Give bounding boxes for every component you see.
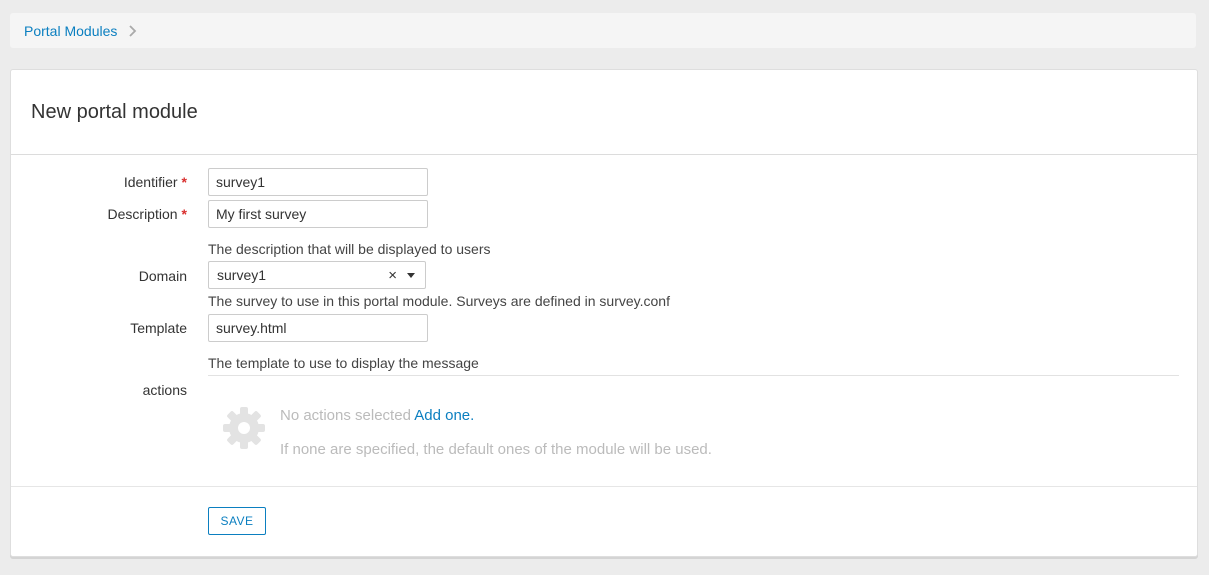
clear-icon[interactable]: × <box>388 267 397 284</box>
required-marker: * <box>181 206 187 222</box>
caret-down-icon[interactable] <box>407 272 415 278</box>
chevron-right-icon <box>129 24 137 37</box>
description-help: The description that will be displayed t… <box>208 241 491 257</box>
footer-divider <box>11 486 1197 487</box>
no-actions-text: No actions selected <box>280 407 411 424</box>
breadcrumb: Portal Modules <box>10 13 1196 48</box>
portal-module-form-card: New portal module Identifier* Descriptio… <box>10 69 1198 557</box>
page-title: New portal module <box>31 101 198 123</box>
domain-select-value: survey1 <box>217 267 267 283</box>
domain-label: Domain <box>138 268 187 284</box>
divider <box>208 375 1179 376</box>
add-action-link[interactable]: Add one. <box>414 407 474 424</box>
identifier-input[interactable] <box>208 168 428 196</box>
identifier-label: Identifier * <box>124 174 187 190</box>
template-help: The template to use to display the messa… <box>208 355 479 371</box>
domain-help: The survey to use in this portal module.… <box>208 293 670 309</box>
description-input[interactable] <box>208 200 428 228</box>
actions-label: actions <box>142 382 187 398</box>
actions-empty-message: No actions selected Add one. <box>280 407 474 424</box>
description-label: Description * <box>108 206 187 222</box>
template-label: Template <box>130 320 187 336</box>
required-marker: * <box>181 174 187 190</box>
domain-select[interactable]: survey1 × <box>208 261 426 289</box>
gear-icon <box>223 407 265 449</box>
save-button[interactable]: SAVE <box>208 507 266 535</box>
identifier-label-text: Identifier <box>123 174 178 190</box>
description-label-text: Description <box>107 206 178 222</box>
actions-hint: If none are specified, the default ones … <box>280 441 712 458</box>
breadcrumb-portal-modules-link[interactable]: Portal Modules <box>24 23 117 39</box>
template-input[interactable] <box>208 314 428 342</box>
card-header: New portal module <box>11 70 1197 155</box>
